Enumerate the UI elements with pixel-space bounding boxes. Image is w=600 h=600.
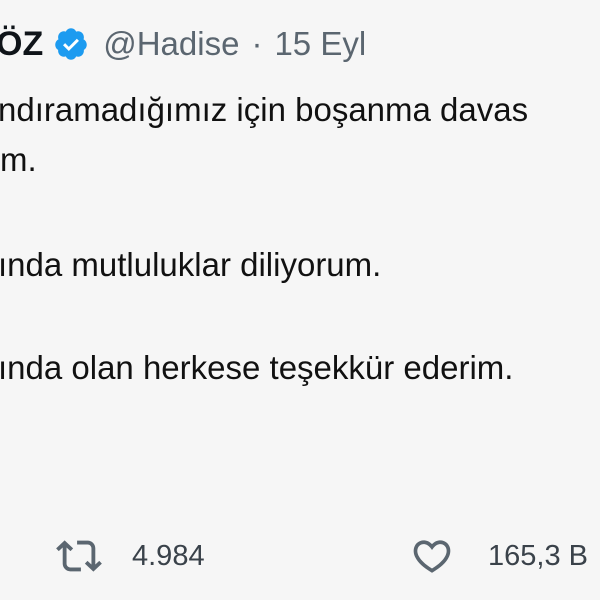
retweet-icon xyxy=(56,533,102,579)
verified-badge-icon xyxy=(53,26,89,62)
like-button[interactable]: 165,3 B xyxy=(410,528,588,584)
separator-dot: · xyxy=(251,25,263,62)
retweet-count: 4.984 xyxy=(132,539,205,572)
tweet-actions: 4.984 165,3 B xyxy=(0,528,600,584)
tweet-text-line: ndıramadığımız için boşanma davas xyxy=(0,91,529,128)
tweet-date[interactable]: 15 Eyl xyxy=(274,25,366,63)
like-count: 165,3 B xyxy=(488,539,588,572)
author-handle[interactable]: @Hadise xyxy=(103,25,239,63)
tweet-text-line: ında mutluluklar diliyorum. xyxy=(0,246,382,283)
tweet-card: ÖZ @Hadise · 15 Eyl ndıramadığımız için … xyxy=(0,0,600,600)
tweet-header: ÖZ @Hadise · 15 Eyl xyxy=(0,18,366,70)
heart-icon xyxy=(410,534,454,578)
author-name[interactable]: ÖZ xyxy=(0,25,43,64)
retweet-button[interactable]: 4.984 xyxy=(56,528,205,584)
tweet-text-line: m. xyxy=(0,141,37,178)
tweet-text-line: ında olan herkese teşekkür ederim. xyxy=(0,349,514,386)
